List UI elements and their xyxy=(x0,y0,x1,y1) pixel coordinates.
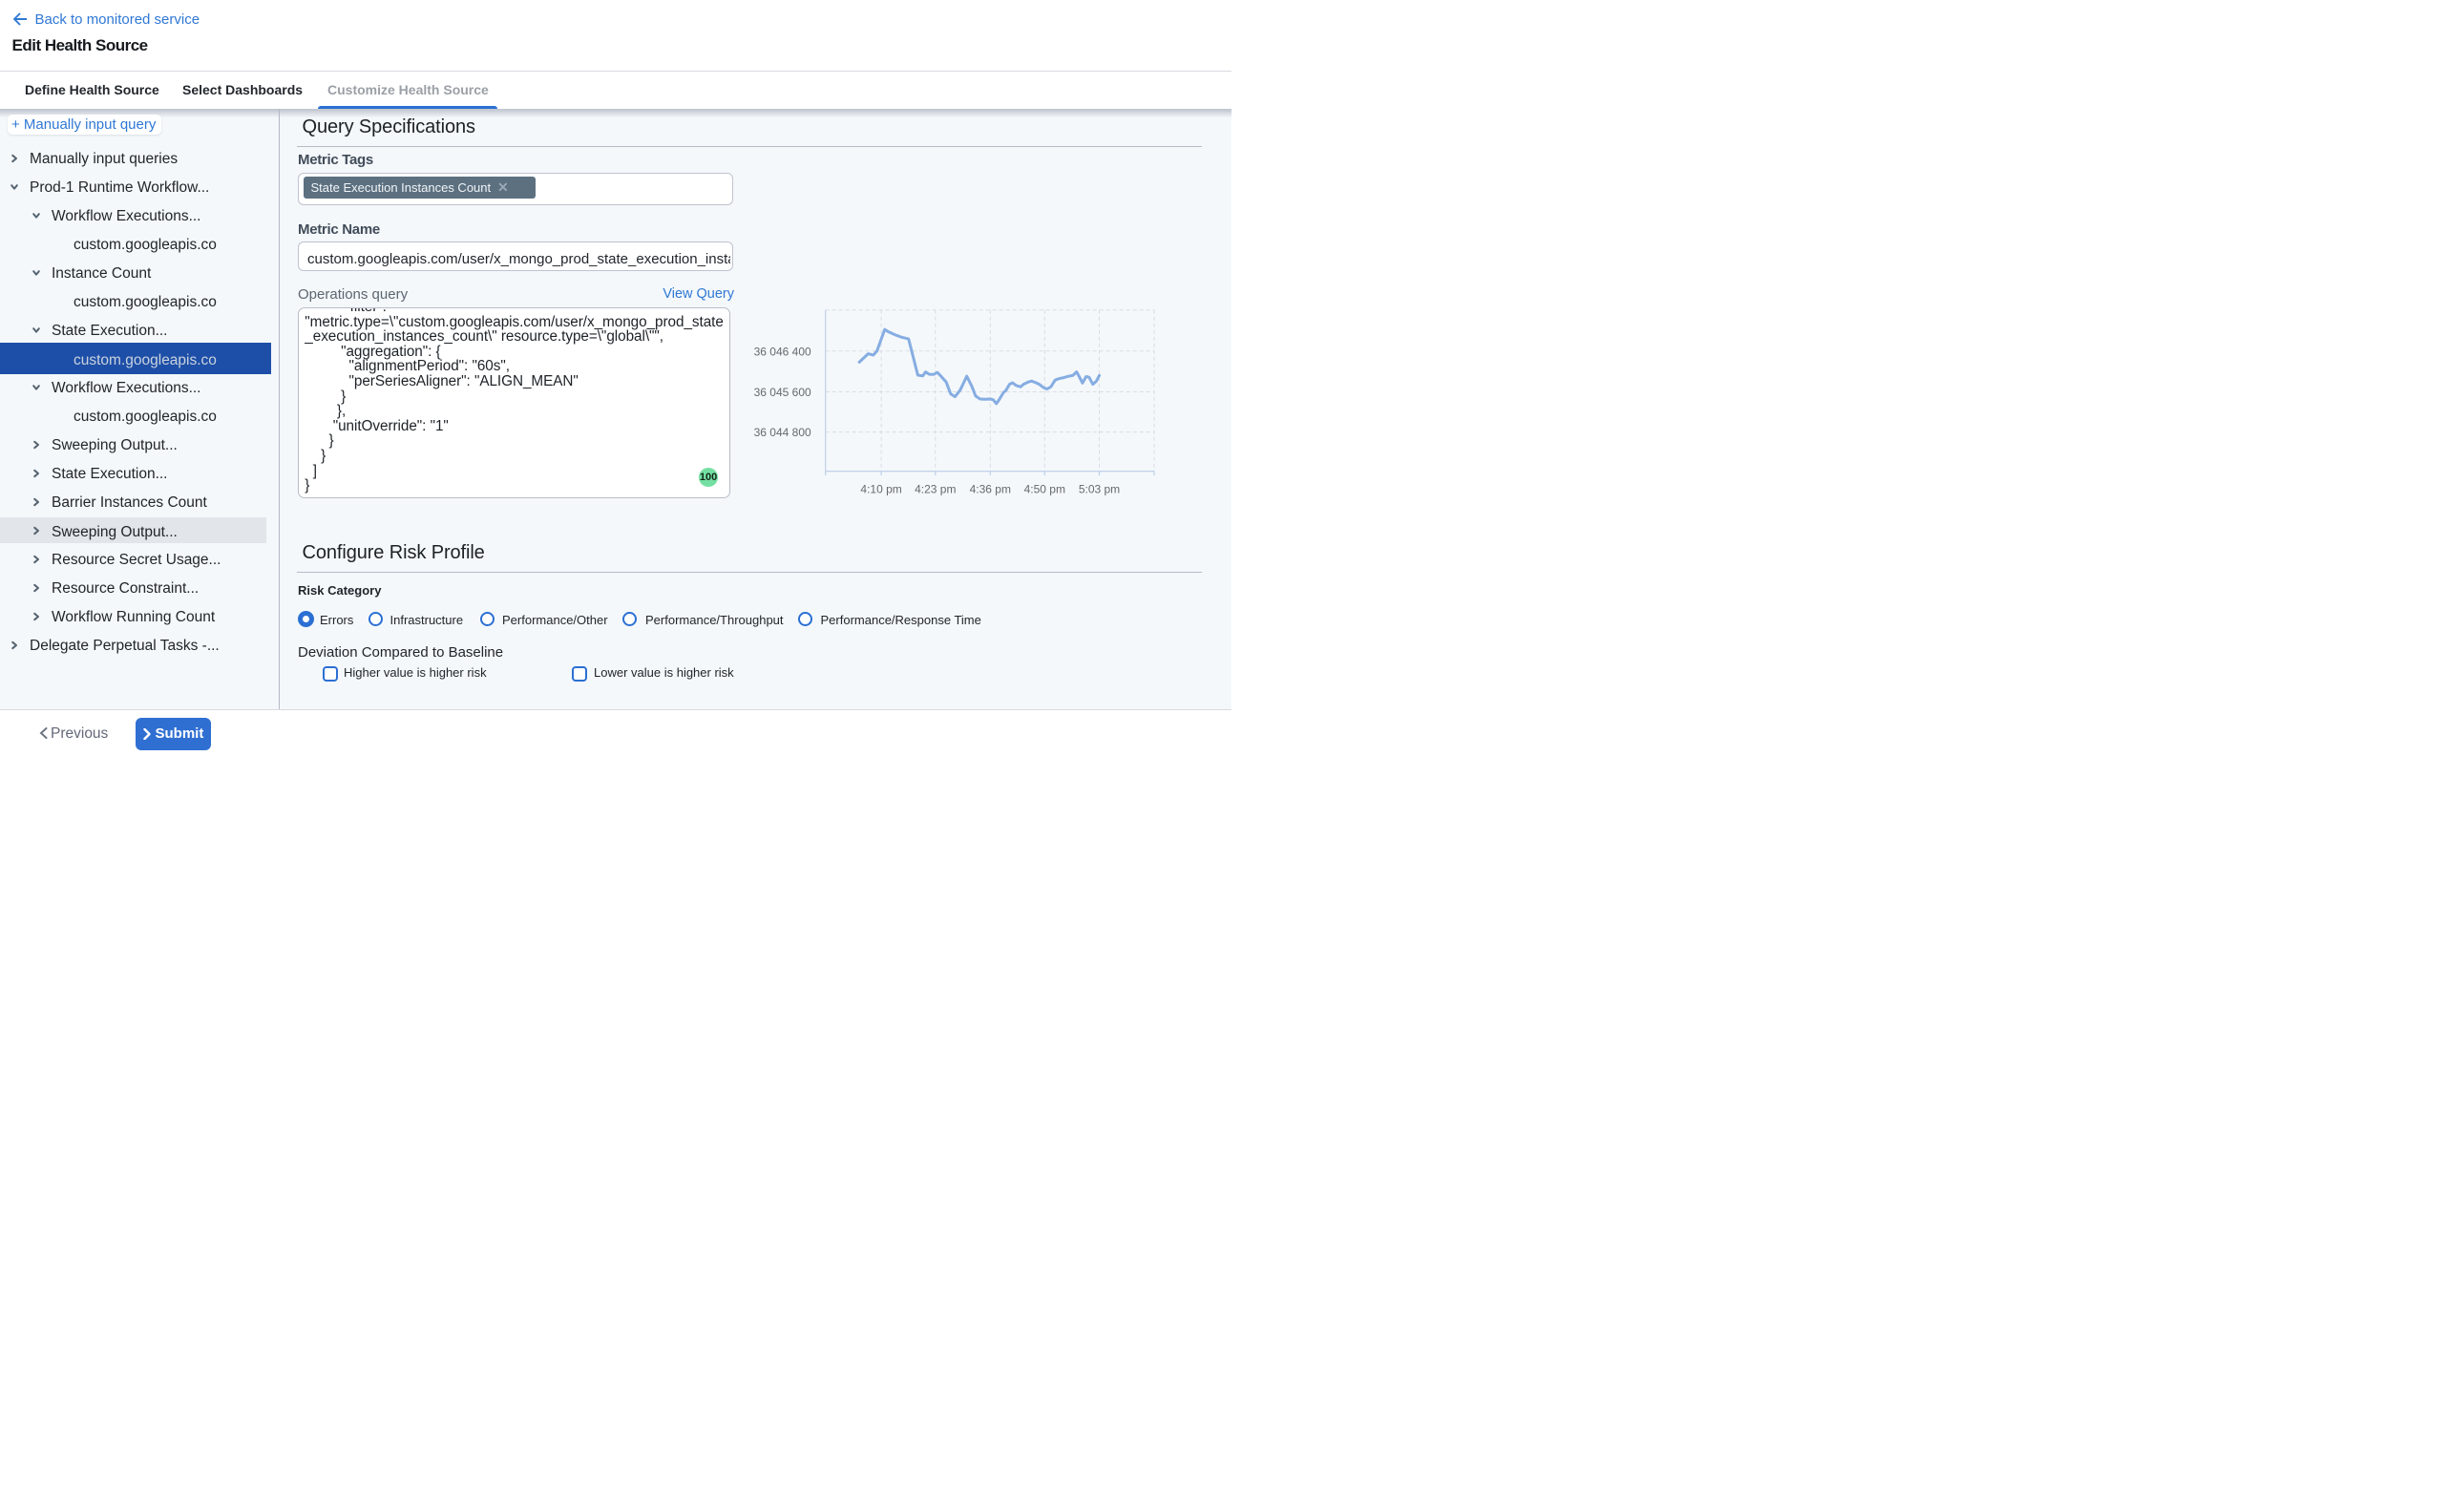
svg-text:36 044 800: 36 044 800 xyxy=(754,426,811,439)
svg-text:36 046 400: 36 046 400 xyxy=(754,345,811,358)
svg-text:4:23 pm: 4:23 pm xyxy=(915,483,956,496)
svg-text:36 045 600: 36 045 600 xyxy=(754,386,811,399)
svg-text:5:03 pm: 5:03 pm xyxy=(1079,483,1120,496)
svg-text:4:50 pm: 4:50 pm xyxy=(1024,483,1065,496)
svg-text:4:36 pm: 4:36 pm xyxy=(970,483,1011,496)
svg-text:4:10 pm: 4:10 pm xyxy=(860,483,901,496)
